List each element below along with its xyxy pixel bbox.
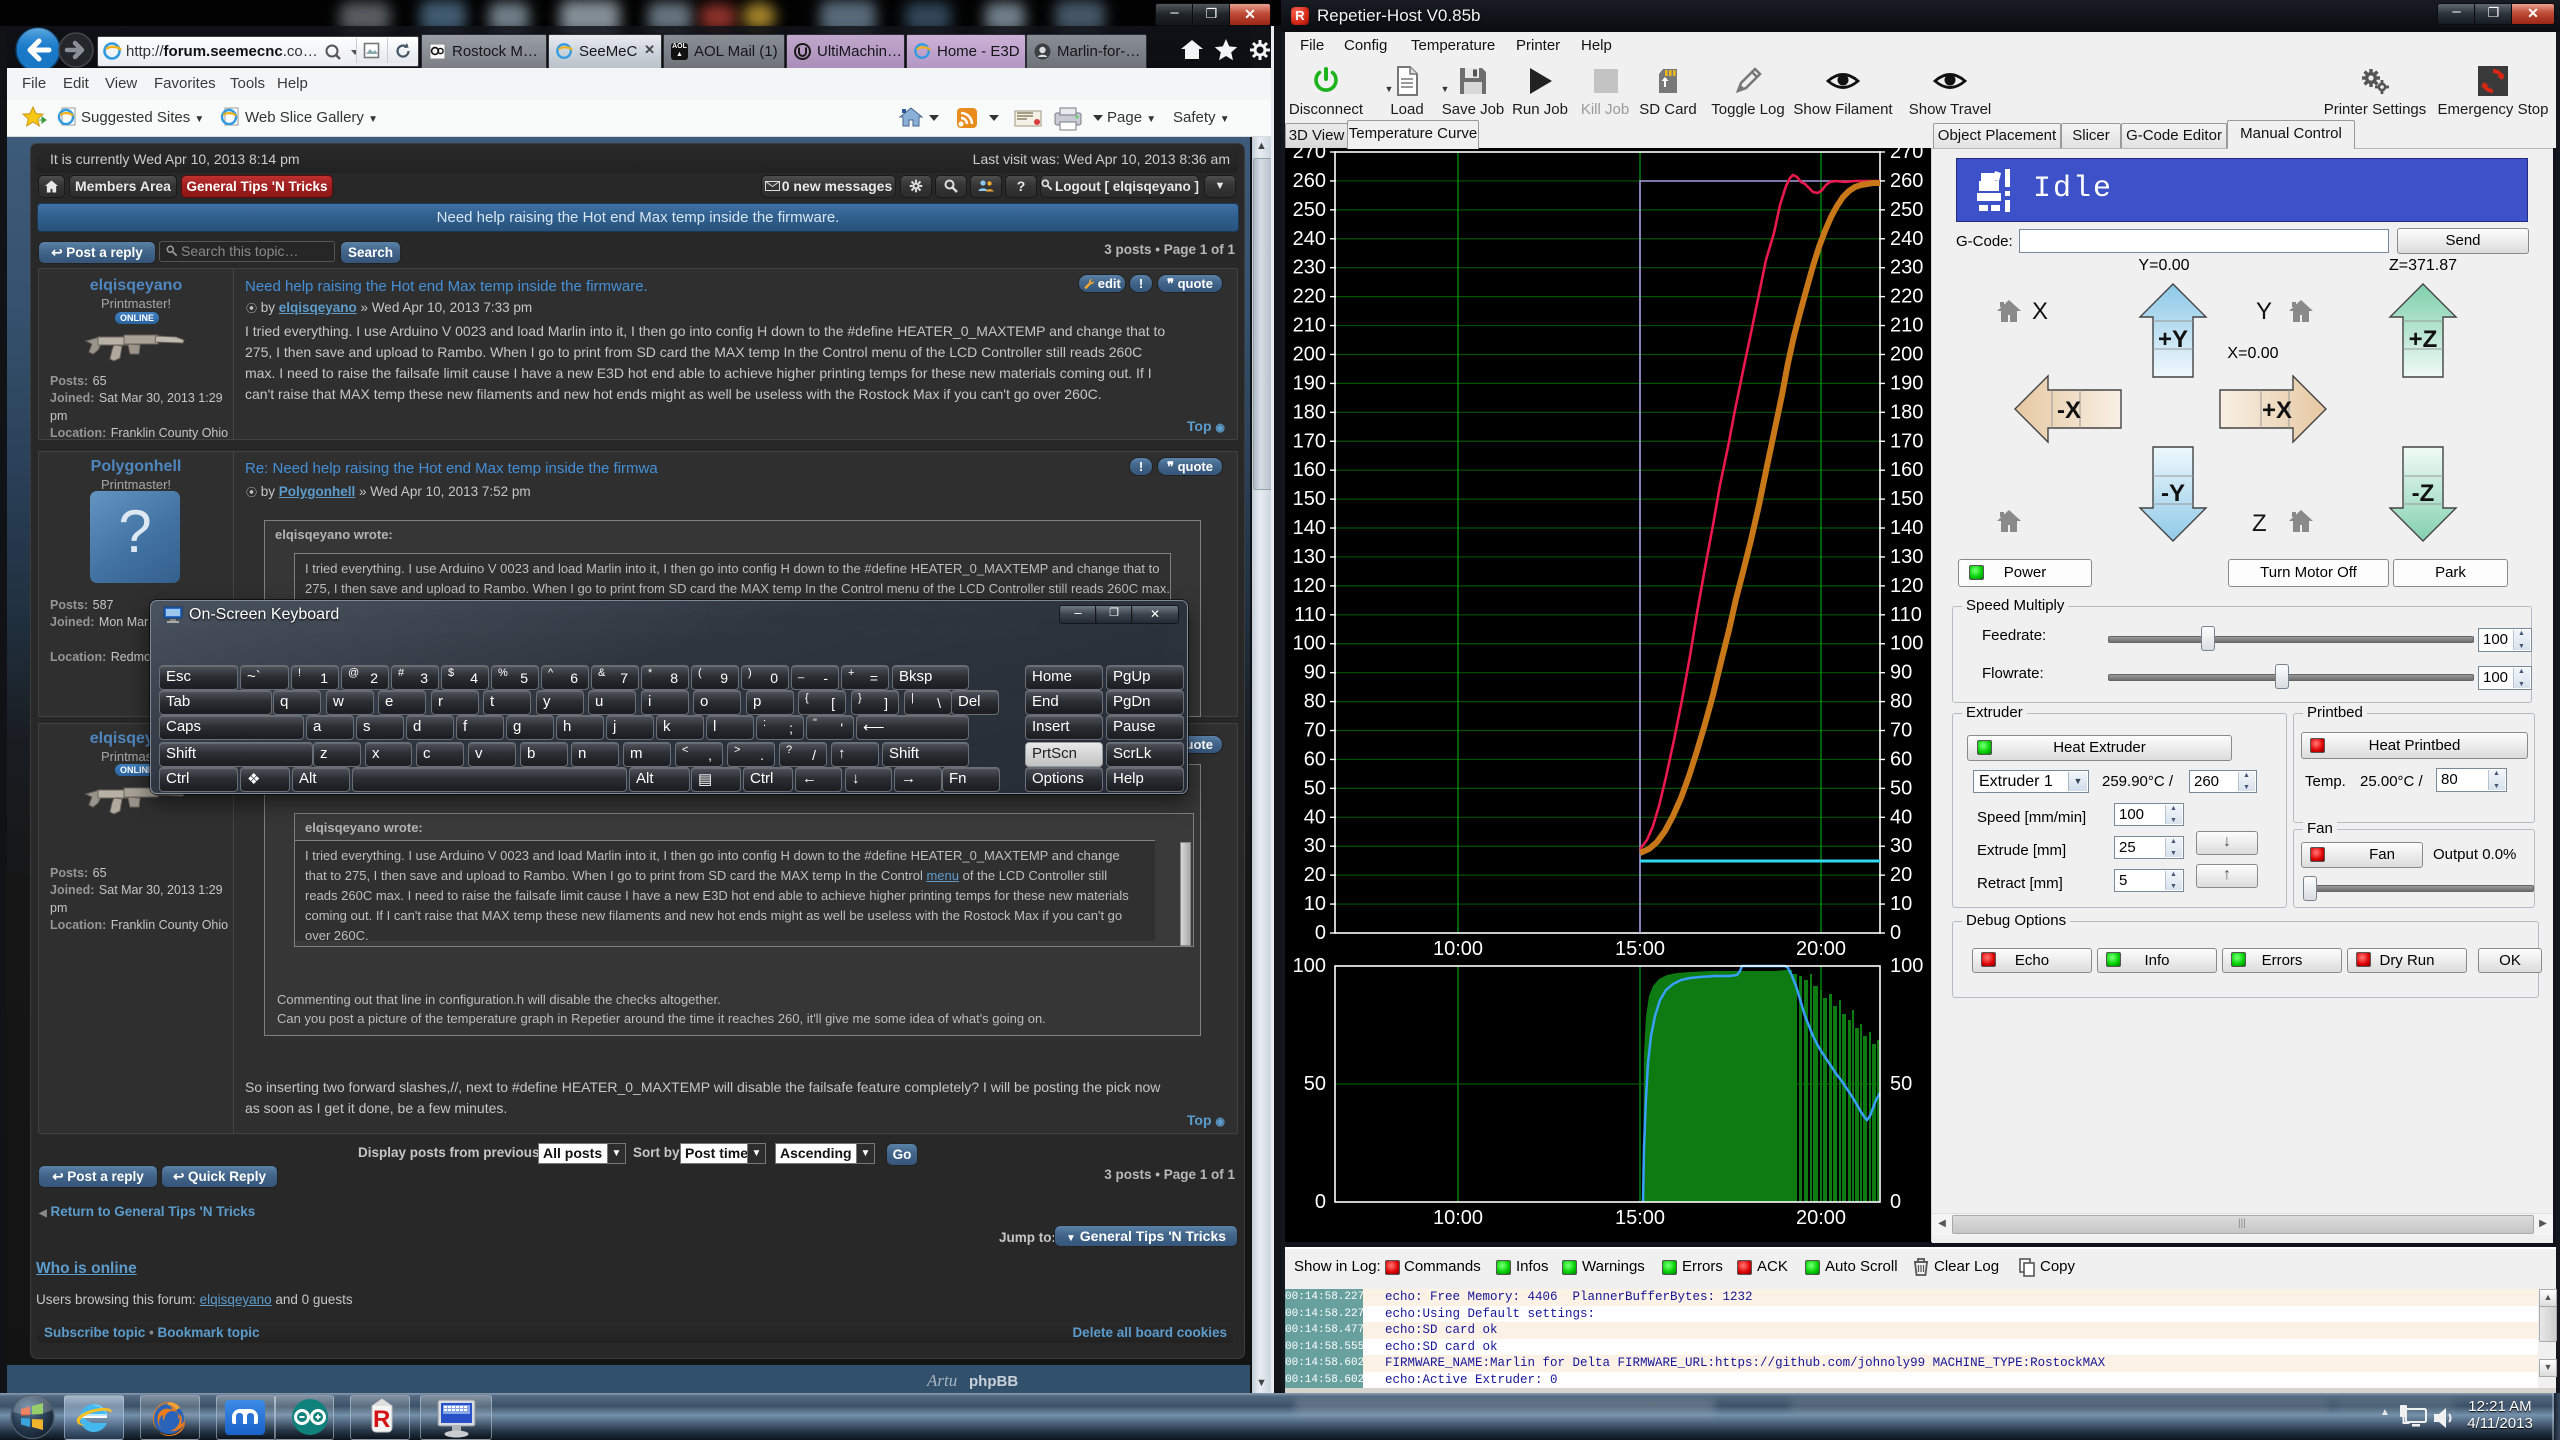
svg-text:180: 180 — [1293, 401, 1326, 423]
svg-text:20: 20 — [1304, 864, 1326, 886]
svg-text:150: 150 — [1890, 488, 1923, 510]
svg-text:210: 210 — [1890, 315, 1923, 337]
svg-text:260: 260 — [1890, 170, 1923, 192]
svg-text:80: 80 — [1304, 691, 1326, 713]
svg-text:+X: +X — [2262, 397, 2292, 424]
svg-text:90: 90 — [1890, 662, 1912, 684]
svg-text:20:00: 20:00 — [1796, 1207, 1846, 1229]
svg-text:+Y: +Y — [2158, 326, 2188, 353]
svg-text:60: 60 — [1304, 748, 1326, 770]
svg-text:100: 100 — [1293, 955, 1326, 977]
svg-text:10:00: 10:00 — [1433, 938, 1483, 960]
svg-text:210: 210 — [1293, 315, 1326, 337]
svg-text:30: 30 — [1304, 835, 1326, 857]
svg-text:0: 0 — [1315, 922, 1326, 944]
svg-text:270: 270 — [1293, 148, 1326, 163]
svg-text:50: 50 — [1304, 777, 1326, 799]
svg-text:80: 80 — [1890, 691, 1912, 713]
svg-text:270: 270 — [1890, 148, 1923, 163]
svg-text:240: 240 — [1293, 228, 1326, 250]
svg-text:160: 160 — [1890, 459, 1923, 481]
svg-text:X: X — [2032, 298, 2048, 325]
svg-text:110: 110 — [1294, 604, 1326, 626]
svg-text:Z: Z — [2252, 510, 2267, 537]
svg-text:10: 10 — [1890, 893, 1912, 915]
svg-text:0: 0 — [1890, 922, 1901, 944]
svg-text:200: 200 — [1293, 343, 1326, 365]
svg-text:140: 140 — [1890, 517, 1923, 539]
svg-text:Y: Y — [2256, 298, 2272, 325]
svg-text:100: 100 — [1890, 633, 1923, 655]
svg-text:200: 200 — [1890, 343, 1923, 365]
svg-text:130: 130 — [1890, 546, 1923, 568]
svg-text:30: 30 — [1890, 835, 1912, 857]
svg-text:40: 40 — [1304, 806, 1326, 828]
svg-text:230: 230 — [1890, 257, 1923, 279]
svg-text:240: 240 — [1890, 228, 1923, 250]
svg-text:-X: -X — [2057, 397, 2081, 424]
svg-text:220: 220 — [1890, 286, 1923, 308]
svg-text:20:00: 20:00 — [1796, 938, 1846, 960]
svg-text:60: 60 — [1890, 748, 1912, 770]
svg-text:15:00: 15:00 — [1615, 1207, 1665, 1229]
svg-text:0: 0 — [1890, 1191, 1901, 1213]
svg-text:50: 50 — [1890, 777, 1912, 799]
svg-text:140: 140 — [1293, 517, 1326, 539]
svg-text:100: 100 — [1890, 955, 1923, 977]
svg-text:10: 10 — [1304, 893, 1326, 915]
svg-text:70: 70 — [1304, 720, 1326, 742]
svg-text:20: 20 — [1890, 864, 1912, 886]
svg-text:70: 70 — [1890, 720, 1912, 742]
svg-text:50: 50 — [1890, 1073, 1912, 1095]
svg-text:-Z: -Z — [2412, 480, 2435, 507]
svg-text:R: R — [373, 1406, 390, 1433]
svg-text:120: 120 — [1890, 575, 1923, 597]
svg-text:190: 190 — [1293, 372, 1326, 394]
svg-text:220: 220 — [1293, 286, 1326, 308]
svg-text:90: 90 — [1304, 662, 1326, 684]
svg-text:120: 120 — [1293, 575, 1326, 597]
svg-text:130: 130 — [1293, 546, 1326, 568]
svg-text:170: 170 — [1890, 430, 1923, 452]
svg-text:250: 250 — [1890, 199, 1923, 221]
svg-text:0: 0 — [1315, 1191, 1326, 1213]
svg-text:170: 170 — [1293, 430, 1326, 452]
svg-text:50: 50 — [1304, 1073, 1326, 1095]
svg-text:-Y: -Y — [2161, 480, 2185, 507]
svg-text:180: 180 — [1890, 401, 1923, 423]
svg-text:190: 190 — [1890, 372, 1923, 394]
svg-text:+Z: +Z — [2409, 326, 2438, 353]
svg-text:250: 250 — [1293, 199, 1326, 221]
svg-text:110: 110 — [1890, 604, 1922, 626]
svg-text:260: 260 — [1293, 170, 1326, 192]
svg-text:15:00: 15:00 — [1615, 938, 1665, 960]
svg-text:150: 150 — [1293, 488, 1326, 510]
svg-text:100: 100 — [1293, 633, 1326, 655]
svg-text:40: 40 — [1890, 806, 1912, 828]
svg-text:160: 160 — [1293, 459, 1326, 481]
svg-text:230: 230 — [1293, 257, 1326, 279]
svg-text:10:00: 10:00 — [1433, 1207, 1483, 1229]
